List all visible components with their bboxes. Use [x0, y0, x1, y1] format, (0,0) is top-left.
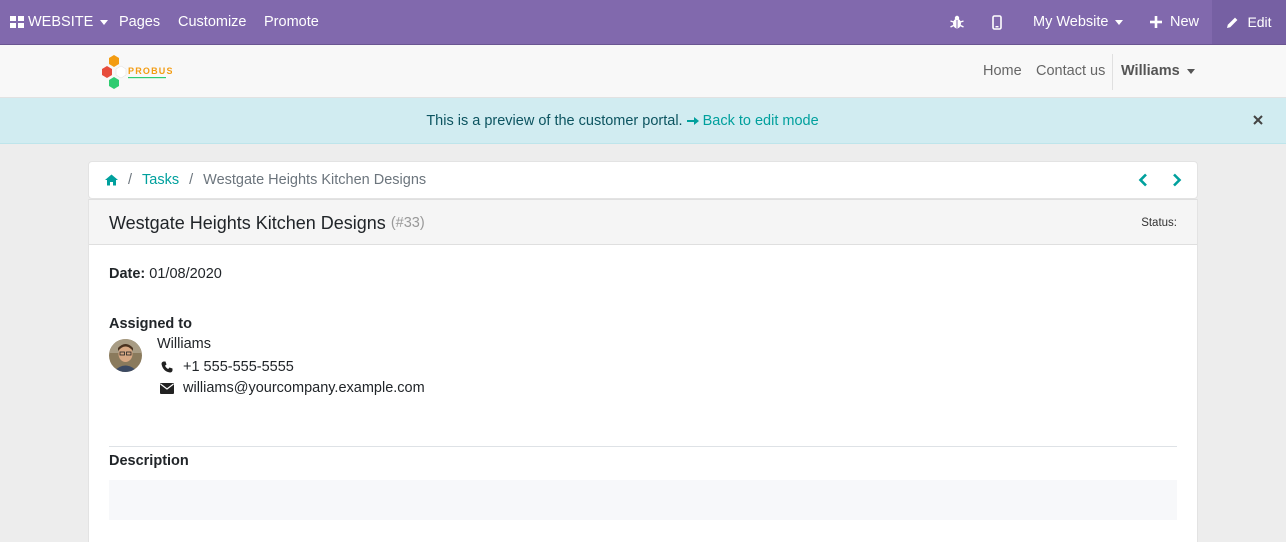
- section-divider: [109, 446, 1177, 447]
- envelope-icon: [159, 380, 175, 396]
- task-title: Westgate Heights Kitchen Designs (#33): [109, 200, 425, 246]
- new-label: New: [1170, 14, 1200, 30]
- company-logo[interactable]: PROBUSE: [100, 53, 180, 91]
- my-website-dropdown[interactable]: My Website: [1033, 0, 1124, 44]
- logo-text: PROBUSE: [128, 66, 172, 76]
- nav-divider: [1112, 54, 1113, 90]
- task-card-header: Westgate Heights Kitchen Designs (#33) S…: [89, 199, 1197, 245]
- breadcrumb-tasks-link[interactable]: Tasks: [142, 172, 179, 188]
- chevron-down-icon: [1186, 69, 1195, 74]
- avatar: [109, 339, 142, 372]
- breadcrumb-separator: /: [128, 172, 133, 188]
- edit-label: Edit: [1247, 14, 1272, 30]
- bug-icon: [950, 15, 964, 29]
- next-record-button[interactable]: [1167, 171, 1187, 189]
- debug-button[interactable]: [950, 0, 964, 44]
- task-status-label: Status:: [1141, 217, 1177, 229]
- breadcrumb: / Tasks / Westgate Heights Kitchen Desig…: [88, 161, 1198, 199]
- description-content: [109, 480, 1177, 520]
- date-label: Date:: [109, 266, 146, 282]
- description-label: Description: [109, 453, 189, 469]
- task-title-text: Westgate Heights Kitchen Designs: [109, 212, 386, 233]
- mobile-preview-button[interactable]: [992, 0, 1002, 44]
- chevron-right-icon: [1173, 173, 1182, 187]
- task-card: Westgate Heights Kitchen Designs (#33) S…: [88, 199, 1198, 542]
- phone-icon: [159, 359, 175, 375]
- website-menu-button[interactable]: WEBSITE: [10, 0, 109, 44]
- nav-contact-us[interactable]: Contact us: [1036, 45, 1105, 97]
- banner-text: This is a preview of the customer portal…: [426, 113, 683, 129]
- close-icon: [1253, 115, 1263, 125]
- home-icon[interactable]: [105, 174, 118, 186]
- assignee-phone-row: +1 555-555-5555: [159, 358, 294, 376]
- my-website-label: My Website: [1033, 14, 1109, 30]
- nav-home[interactable]: Home: [983, 45, 1022, 97]
- customize-menu[interactable]: Customize: [178, 0, 247, 44]
- assignee-email-row: williams@yourcompany.example.com: [159, 379, 425, 397]
- apps-grid-icon: [10, 16, 24, 28]
- user-menu-dropdown[interactable]: Williams: [1121, 45, 1195, 97]
- pencil-icon: [1227, 17, 1238, 28]
- new-content-button[interactable]: New: [1150, 0, 1199, 44]
- website-menu-label: WEBSITE: [28, 14, 94, 30]
- pages-menu[interactable]: Pages: [119, 0, 160, 44]
- assignee-email[interactable]: williams@yourcompany.example.com: [183, 380, 425, 396]
- task-reference: (#33): [390, 215, 425, 231]
- assignee-phone: +1 555-555-5555: [183, 359, 294, 375]
- arrow-right-icon: [686, 117, 699, 125]
- back-to-edit-link[interactable]: Back to edit mode: [686, 113, 819, 129]
- back-to-edit-label: Back to edit mode: [702, 113, 819, 129]
- assignee-name: Williams: [157, 336, 211, 352]
- promote-menu[interactable]: Promote: [264, 0, 319, 44]
- edit-button[interactable]: Edit: [1212, 0, 1286, 44]
- task-date-field: Date: 01/08/2020: [109, 266, 222, 282]
- chevron-down-icon: [100, 20, 109, 25]
- date-value: 01/08/2020: [149, 266, 222, 282]
- website-editor-bar: WEBSITE Pages Customize Promote My Websi…: [0, 0, 1286, 45]
- plus-icon: [1150, 16, 1162, 28]
- portal-preview-banner: This is a preview of the customer portal…: [0, 98, 1286, 144]
- breadcrumb-current: Westgate Heights Kitchen Designs: [203, 172, 427, 188]
- site-header: PROBUSE Home Contact us Williams: [0, 45, 1286, 98]
- breadcrumb-separator: /: [189, 172, 194, 188]
- chevron-left-icon: [1138, 173, 1147, 187]
- user-menu-label: Williams: [1121, 63, 1180, 79]
- previous-record-button[interactable]: [1133, 171, 1153, 189]
- assigned-to-label: Assigned to: [109, 316, 192, 332]
- close-banner-button[interactable]: [1250, 112, 1266, 128]
- mobile-icon: [992, 14, 1002, 30]
- chevron-down-icon: [1115, 20, 1124, 25]
